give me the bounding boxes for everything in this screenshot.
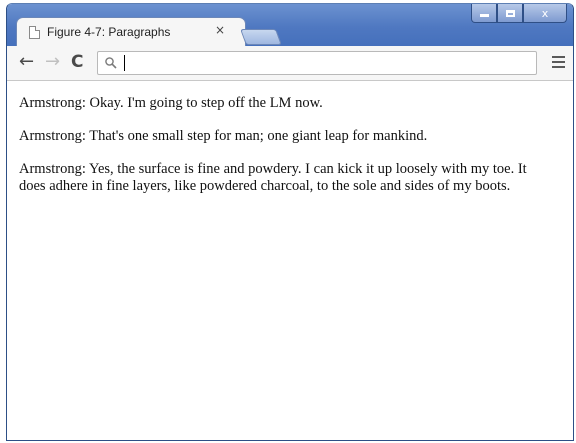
reload-icon[interactable]: C [71, 52, 83, 72]
paragraph-3: Armstrong: Yes, the surface is fine and … [19, 161, 527, 194]
paragraph-1: Armstrong: Okay. I'm going to step off t… [19, 95, 323, 111]
close-window-button[interactable]: x [523, 4, 567, 23]
minimize-button[interactable] [471, 4, 497, 23]
paragraph-2: Armstrong: That's one small step for man… [19, 128, 428, 144]
new-tab-button[interactable] [240, 29, 282, 45]
text-caret [124, 55, 125, 71]
maximize-icon [505, 9, 515, 17]
forward-arrow-icon[interactable]: → [45, 52, 60, 72]
menu-icon[interactable] [552, 56, 565, 69]
title-bar: Figure 4-7: Paragraphs × x [7, 4, 573, 47]
maximize-button[interactable] [497, 4, 523, 23]
search-icon [105, 57, 117, 69]
address-input[interactable] [122, 54, 522, 72]
browser-toolbar: ← → C [7, 46, 573, 81]
address-bar[interactable] [97, 51, 537, 75]
minimize-icon [479, 14, 489, 17]
page-icon [29, 26, 40, 39]
page-content: Armstrong: Okay. I'm going to step off t… [7, 81, 573, 440]
back-arrow-icon[interactable]: ← [19, 52, 34, 72]
browser-window: Figure 4-7: Paragraphs × x ← → C Armstro… [6, 3, 574, 441]
browser-tab[interactable]: Figure 4-7: Paragraphs × [16, 17, 246, 47]
window-controls: x [471, 4, 567, 24]
tab-close-button[interactable]: × [215, 23, 225, 37]
tab-title: Figure 4-7: Paragraphs [47, 25, 171, 39]
